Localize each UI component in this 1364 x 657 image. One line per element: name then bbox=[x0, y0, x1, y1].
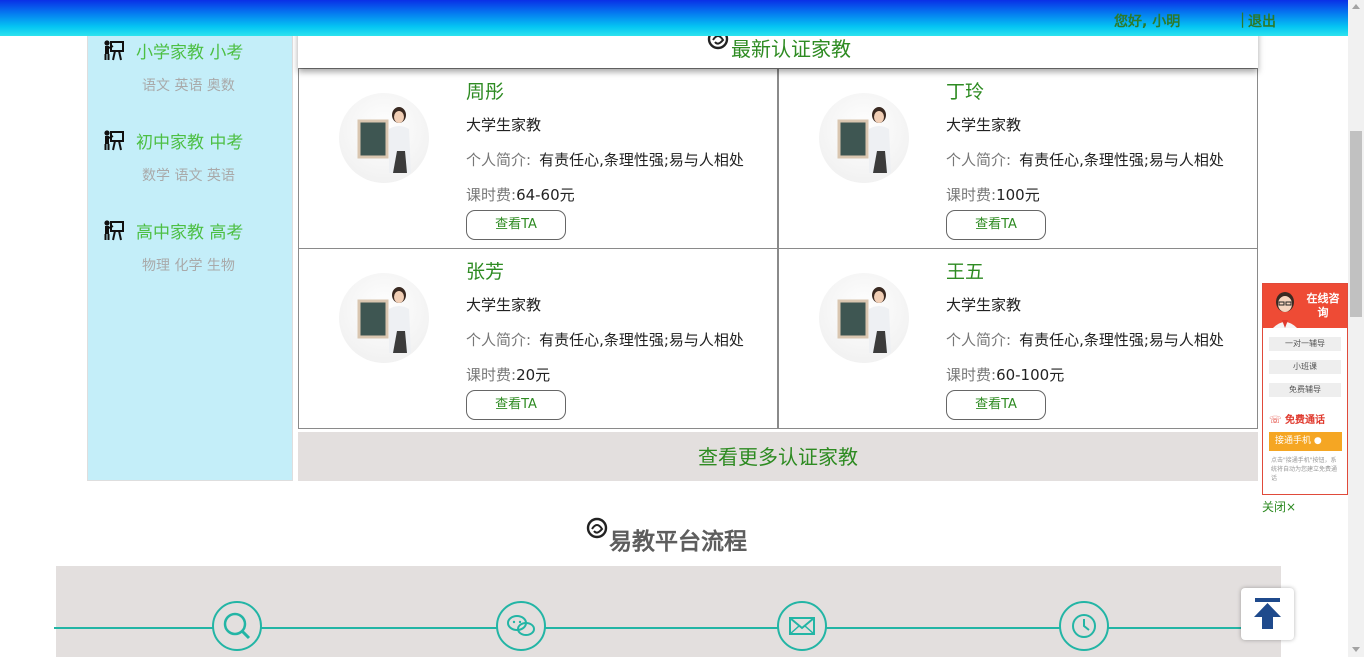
page: 您好, 小明 | 退出 小学家教 小考 语文 英语 奥数 初中家教 中考 数学 … bbox=[0, 0, 1364, 657]
tutor-avatar bbox=[819, 93, 909, 183]
free-call-text: 免费通话 bbox=[1285, 415, 1325, 426]
view-tutor-button[interactable]: 查看TA bbox=[466, 390, 566, 420]
intro-label: 个人简介: bbox=[466, 151, 532, 169]
agent-avatar-icon bbox=[1273, 292, 1297, 328]
tutor-fee: 课时费:20元 bbox=[466, 364, 550, 385]
category-middle[interactable]: 初中家教 中考 数学 语文 英语 bbox=[102, 129, 292, 185]
tutor-level: 大学生家教 bbox=[946, 296, 1022, 314]
intro-text: 有责任心,条理性强;易与人相处 bbox=[1019, 331, 1224, 349]
category-high[interactable]: 高中家教 高考 物理 化学 生物 bbox=[102, 219, 292, 275]
intro-label: 个人简介: bbox=[466, 331, 532, 349]
consult-option-one-on-one[interactable]: 一对一辅导 bbox=[1269, 337, 1341, 351]
page-scrollbar[interactable] bbox=[1348, 0, 1364, 657]
tutor-avatar bbox=[339, 273, 429, 363]
tutor-intro: 个人简介: 有责任心,条理性强;易与人相处 bbox=[466, 329, 766, 350]
consult-option-small-class[interactable]: 小班课 bbox=[1269, 360, 1341, 374]
back-to-top-button[interactable] bbox=[1241, 588, 1294, 640]
tutor-card: 周彤 大学生家教 个人简介: 有责任心,条理性强;易与人相处 课时费:64-60元… bbox=[298, 68, 778, 249]
intro-text: 有责任心,条理性强;易与人相处 bbox=[539, 151, 744, 169]
tutor-intro: 个人简介: 有责任心,条理性强;易与人相处 bbox=[946, 149, 1246, 170]
connect-phone-label: 接通手机 bbox=[1275, 436, 1312, 446]
category-sidebar: 小学家教 小考 语文 英语 奥数 初中家教 中考 数学 语文 英语 高中家教 高… bbox=[87, 30, 293, 481]
tutor-card: 王五 大学生家教 个人简介: 有责任心,条理性强;易与人相处 课时费:60-100… bbox=[778, 248, 1258, 429]
scroll-down-icon[interactable] bbox=[1352, 647, 1360, 652]
category-title[interactable]: 小学家教 小考 bbox=[136, 38, 243, 63]
category-primary[interactable]: 小学家教 小考 语文 英语 奥数 bbox=[102, 39, 292, 95]
scroll-thumb[interactable] bbox=[1350, 131, 1362, 317]
tutor-avatar bbox=[819, 273, 909, 363]
category-subjects[interactable]: 数学 语文 英语 bbox=[102, 165, 292, 185]
intro-text: 有责任心,条理性强;易与人相处 bbox=[539, 331, 744, 349]
close-consult-link[interactable]: 关闭× bbox=[1262, 498, 1296, 515]
tutor-board-icon bbox=[104, 130, 124, 151]
envelope-icon bbox=[789, 617, 815, 635]
tutor-grid: 周彤 大学生家教 个人简介: 有责任心,条理性强;易与人相处 课时费:64-60元… bbox=[298, 68, 1258, 429]
fee-label: 课时费: bbox=[946, 186, 997, 204]
top-bar: 您好, 小明 | 退出 bbox=[0, 0, 1348, 36]
consult-title: 在线咨询 bbox=[1306, 292, 1340, 319]
teacher-photo-icon bbox=[837, 287, 891, 353]
fee-value: 64-60元 bbox=[516, 186, 575, 204]
view-tutor-button[interactable]: 查看TA bbox=[946, 210, 1046, 240]
fee-label: 课时费: bbox=[946, 366, 997, 384]
fee-label: 课时费: bbox=[466, 186, 517, 204]
tutor-fee: 课时费:100元 bbox=[946, 184, 1040, 205]
tutor-avatar bbox=[339, 93, 429, 183]
fee-value: 60-100元 bbox=[996, 366, 1065, 384]
connect-phone-button[interactable]: 接通手机 ● bbox=[1269, 432, 1342, 451]
latest-tutors-title: 最新认证家教 bbox=[731, 37, 851, 61]
more-tutors-button[interactable]: 查看更多认证家教 bbox=[298, 432, 1258, 481]
fee-value: 20元 bbox=[516, 366, 551, 384]
online-consult-panel[interactable]: 在线咨询 一对一辅导 小班课 免费辅导 ☏ 免费通话 接通手机 ● 点击"接通手… bbox=[1262, 283, 1348, 495]
intro-label: 个人简介: bbox=[946, 331, 1012, 349]
category-subjects[interactable]: 物理 化学 生物 bbox=[102, 255, 292, 275]
arrow-up-icon bbox=[1254, 598, 1281, 629]
tutor-fee: 课时费:64-60元 bbox=[466, 184, 575, 205]
category-subjects[interactable]: 语文 英语 奥数 bbox=[102, 75, 292, 95]
intro-text: 有责任心,条理性强;易与人相处 bbox=[1019, 151, 1224, 169]
brand-logo-icon bbox=[586, 517, 608, 539]
header-separator: | bbox=[1240, 10, 1246, 28]
logout-link[interactable]: 退出 bbox=[1248, 11, 1276, 31]
process-step-mail bbox=[777, 601, 827, 651]
consult-option-free[interactable]: 免费辅导 bbox=[1269, 383, 1341, 397]
tutor-intro: 个人简介: 有责任心,条理性强;易与人相处 bbox=[946, 329, 1246, 350]
tutor-name[interactable]: 丁玲 bbox=[946, 77, 984, 104]
fee-value: 100元 bbox=[996, 186, 1040, 204]
tutor-card: 张芳 大学生家教 个人简介: 有责任心,条理性强;易与人相处 课时费:20元 查看… bbox=[298, 248, 778, 429]
tutor-intro: 个人简介: 有责任心,条理性强;易与人相处 bbox=[466, 149, 766, 170]
view-tutor-button[interactable]: 查看TA bbox=[466, 210, 566, 240]
consult-header: 在线咨询 bbox=[1263, 284, 1347, 328]
clock-icon bbox=[1072, 614, 1096, 638]
consult-tip: 点击"接通手机"按钮，系统将自动为您建立免费通话 bbox=[1271, 457, 1338, 482]
user-greeting: 您好, 小明 bbox=[1114, 14, 1181, 30]
wechat-icon bbox=[507, 615, 535, 636]
search-icon bbox=[223, 612, 251, 640]
tutor-fee: 课时费:60-100元 bbox=[946, 364, 1064, 385]
tutor-board-icon bbox=[104, 220, 124, 241]
category-title[interactable]: 高中家教 高考 bbox=[136, 218, 243, 243]
teacher-photo-icon bbox=[837, 107, 891, 173]
intro-label: 个人简介: bbox=[946, 151, 1012, 169]
category-title[interactable]: 初中家教 中考 bbox=[136, 128, 243, 153]
scroll-up-icon[interactable] bbox=[1352, 4, 1360, 9]
teacher-photo-icon bbox=[357, 107, 411, 173]
tutor-level: 大学生家教 bbox=[466, 116, 542, 134]
tutor-level: 大学生家教 bbox=[946, 116, 1022, 134]
tutor-name[interactable]: 王五 bbox=[946, 257, 984, 284]
tutor-card: 丁玲 大学生家教 个人简介: 有责任心,条理性强;易与人相处 课时费:100元 查… bbox=[778, 68, 1258, 249]
tutor-name[interactable]: 张芳 bbox=[466, 257, 504, 284]
tutor-name[interactable]: 周彤 bbox=[466, 77, 504, 104]
free-call-label: ☏ 免费通话 bbox=[1269, 415, 1325, 426]
process-step-clock bbox=[1059, 601, 1109, 651]
tutor-board-icon bbox=[104, 40, 124, 61]
fee-label: 课时费: bbox=[466, 366, 517, 384]
process-title: 易教平台流程 bbox=[609, 529, 747, 555]
process-step-search bbox=[212, 601, 262, 651]
tutor-level: 大学生家教 bbox=[466, 296, 542, 314]
teacher-photo-icon bbox=[357, 287, 411, 353]
view-tutor-button[interactable]: 查看TA bbox=[946, 390, 1046, 420]
process-step-chat bbox=[496, 601, 546, 651]
